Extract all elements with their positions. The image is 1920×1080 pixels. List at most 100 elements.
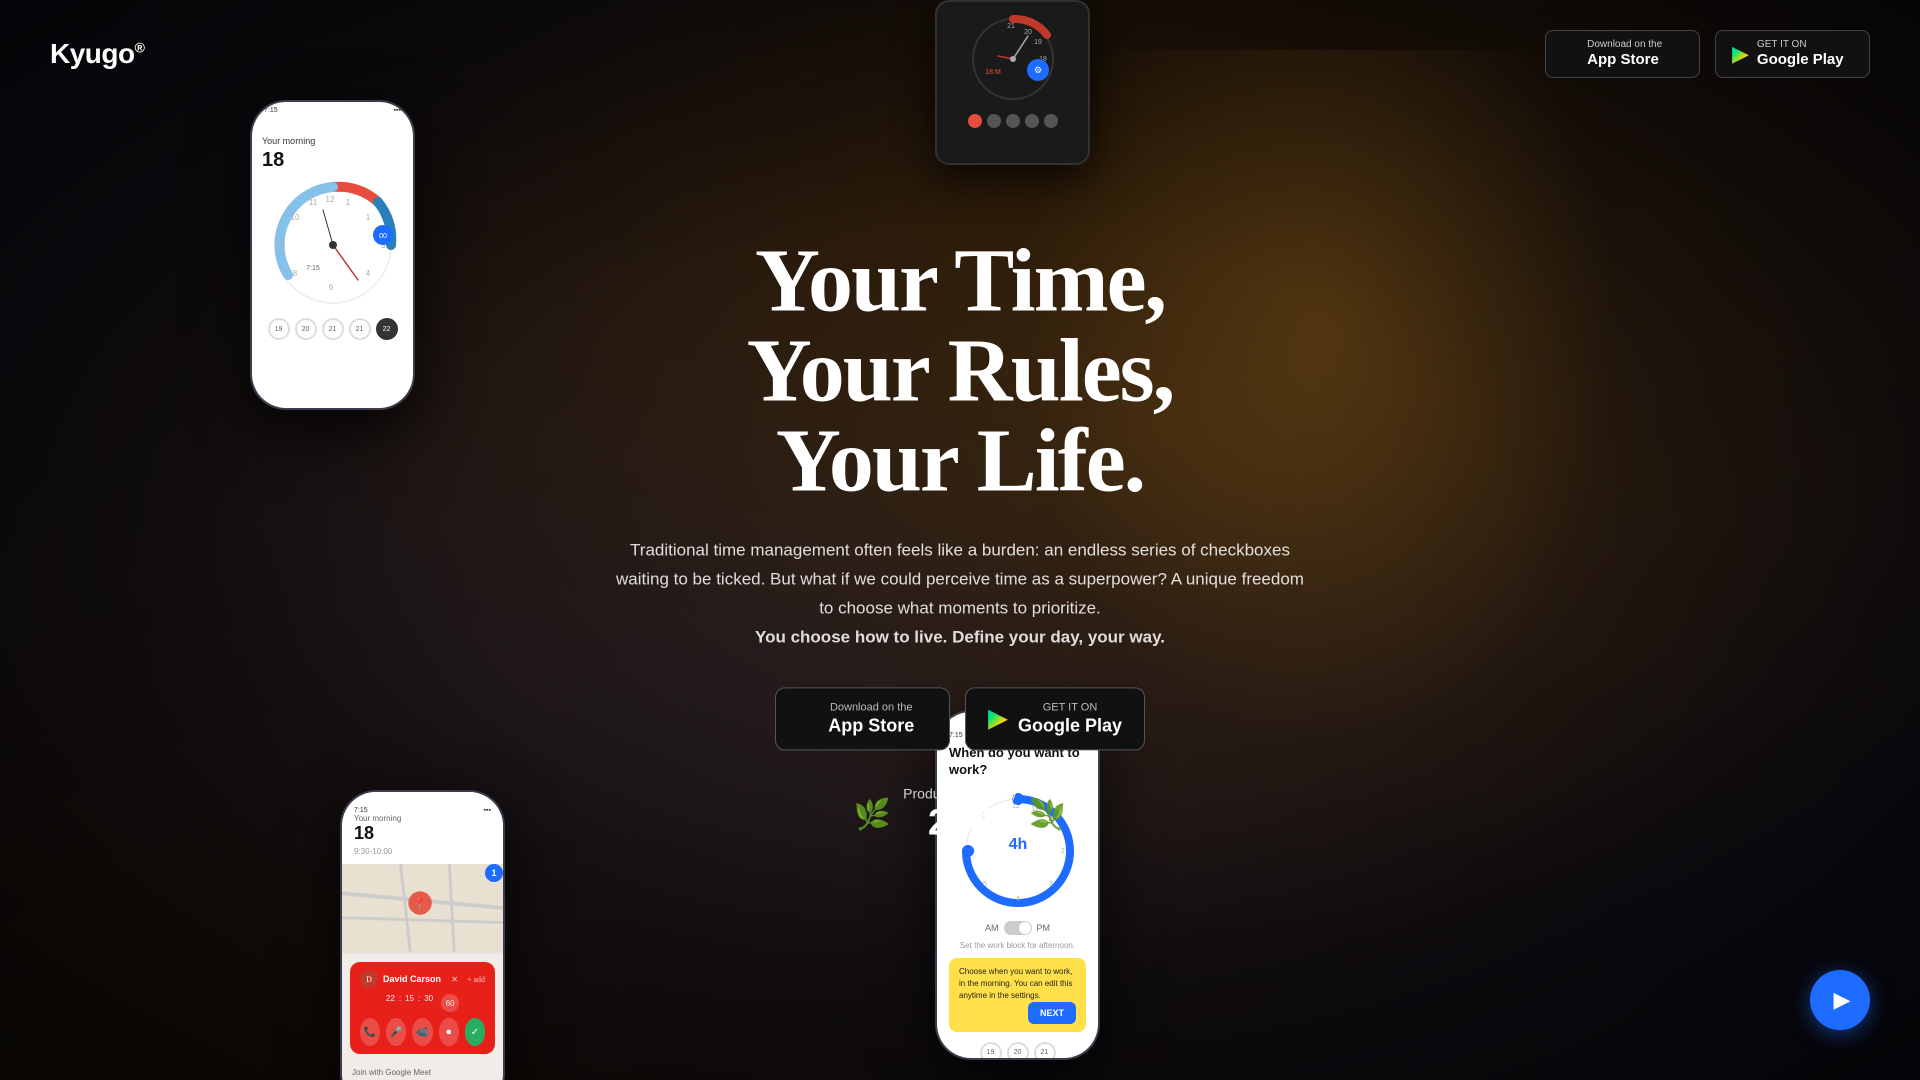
phone1-date: 18 xyxy=(262,149,403,172)
play-button[interactable]: ▶ xyxy=(1810,970,1870,1030)
phone1-dot-5: 22 xyxy=(376,318,398,340)
phone2-screen: 7:15 ▪▪▪ Your morning 18 9:30-10:00 xyxy=(342,792,503,1080)
pm-label: PM xyxy=(1037,923,1051,933)
device3-btn5[interactable] xyxy=(1044,114,1058,128)
device3-btn2[interactable] xyxy=(987,114,1001,128)
phone1-bottom-bar: 19 20 21 21 22 xyxy=(262,318,403,340)
phone4-dot-1: 19 xyxy=(980,1042,1002,1060)
badge-label: Product of the day xyxy=(903,786,1017,802)
googleplay-icon: ▶ xyxy=(1732,41,1749,67)
svg-text:6: 6 xyxy=(328,283,333,292)
hero-content: Your Time, Your Rules, Your Life. Tradit… xyxy=(610,236,1310,843)
phone2-time: 7:15 xyxy=(354,807,368,814)
play-icon: ▶ xyxy=(1834,987,1851,1013)
header: Kyugo®  Download on the App Store ▶ GET… xyxy=(0,0,1920,108)
call-btn-record[interactable]: ⏺ xyxy=(439,1018,459,1046)
cta-google-top: GET IT ON xyxy=(1018,700,1122,714)
cta-googleplay-icon: ▶ xyxy=(988,704,1008,734)
svg-text:3: 3 xyxy=(1049,881,1053,888)
svg-text:1: 1 xyxy=(365,213,370,222)
laurel-left-icon: 🌿 xyxy=(854,797,891,832)
phone2-date: 18 xyxy=(354,823,491,844)
phone2-status-bar: 7:15 ▪▪▪ xyxy=(354,807,491,814)
timer-end: 60 xyxy=(441,994,459,1012)
call-action-buttons: 📞 🎤 📹 ⏺ ✓ xyxy=(360,1018,485,1046)
cta-google-bottom: Google Play xyxy=(1018,714,1122,737)
am-label: AM xyxy=(985,923,999,933)
device3-btn4[interactable] xyxy=(1025,114,1039,128)
svg-text:7:15: 7:15 xyxy=(306,265,320,272)
cta-appstore-bottom: App Store xyxy=(828,714,914,737)
timer-s: 30 xyxy=(424,994,433,1012)
phone-bottom-left: 7:15 ▪▪▪ Your morning 18 9:30-10:00 xyxy=(340,790,505,1080)
hero-title-line3: Your Life. xyxy=(610,416,1310,506)
phone4-cta: Choose when you want to work, in the mor… xyxy=(949,958,1086,1032)
timer-m: 15 xyxy=(405,994,414,1012)
hero-desc-text: Traditional time management often feels … xyxy=(616,540,1304,617)
phone1-dot-3: 21 xyxy=(322,318,344,340)
appstore-label-bottom: App Store xyxy=(1587,51,1662,69)
phone1-frame: 7:15 ▪▪▪ Your morning 18 xyxy=(250,100,415,410)
phone1-dot-2: 20 xyxy=(295,318,317,340)
cta-appstore-top: Download on the xyxy=(828,700,914,714)
header-googleplay-button[interactable]: ▶ GET IT ON Google Play xyxy=(1715,30,1870,78)
call-add-label: + add xyxy=(467,975,485,984)
phone4-cta-text: Choose when you want to work, in the mor… xyxy=(959,967,1072,1000)
svg-text:📍: 📍 xyxy=(413,897,426,910)
am-pm-toggle[interactable]: AM PM xyxy=(949,921,1086,935)
call-btn-phone[interactable]: 📞 xyxy=(360,1018,380,1046)
contact-name: David Carson xyxy=(383,974,441,984)
cta-appstore-button[interactable]:  Download on the App Store xyxy=(775,687,950,751)
phone2-top: 7:15 ▪▪▪ Your morning 18 9:30-10:00 xyxy=(342,792,503,864)
call-btn-end[interactable]: ✓ xyxy=(465,1018,485,1046)
phone1-dot-1: 19 xyxy=(268,318,290,340)
phone1-clock: 12 1 3 4 6 8 9 10 11 1 xyxy=(268,180,398,310)
svg-text:5: 5 xyxy=(983,881,987,888)
device3-btn1[interactable] xyxy=(968,114,982,128)
timer-h: 22 xyxy=(386,994,395,1012)
header-appstore-button[interactable]:  Download on the App Store xyxy=(1545,30,1700,78)
product-badge: 🌿 Product of the day 2nd 🌿 xyxy=(610,786,1310,844)
call-add: ✕ xyxy=(451,975,458,984)
phone4-dot-2: 20 xyxy=(1007,1042,1029,1060)
svg-text:12: 12 xyxy=(325,195,334,204)
cta-buttons:  Download on the App Store ▶ GET IT ON … xyxy=(610,687,1310,751)
logo: Kyugo® xyxy=(50,38,144,70)
phone1-status-bar: 7:15 ▪▪▪ xyxy=(252,107,413,114)
phone4-bottom-bar: 19 20 21 xyxy=(949,1042,1086,1060)
call-btn-mute[interactable]: 🎤 xyxy=(386,1018,406,1046)
phone2-frame: 7:15 ▪▪▪ Your morning 18 9:30-10:00 xyxy=(340,790,505,1080)
svg-text:2: 2 xyxy=(1061,848,1065,855)
svg-text:8: 8 xyxy=(292,269,297,278)
join-google-meet: Join with Google Meet xyxy=(342,1062,503,1080)
phone2-call-card: D David Carson ✕ + add 22 : 15 : 30 60 xyxy=(350,962,495,1054)
googleplay-label-bottom: Google Play xyxy=(1757,51,1844,69)
svg-text:9: 9 xyxy=(280,241,285,250)
svg-text:1: 1 xyxy=(345,198,350,207)
hero-title-line1: Your Time, xyxy=(610,236,1310,326)
cta-googleplay-button[interactable]: ▶ GET IT ON Google Play xyxy=(965,687,1145,751)
cta-apple-icon:  xyxy=(798,704,818,734)
svg-text:10: 10 xyxy=(290,213,299,222)
call-btn-video[interactable]: 📹 xyxy=(412,1018,432,1046)
set-work-desc: Set the work block for afternoon. xyxy=(949,941,1086,950)
device3-btn3[interactable] xyxy=(1006,114,1020,128)
phone1-dot-4: 21 xyxy=(349,318,371,340)
appstore-label-top: Download on the xyxy=(1587,39,1662,51)
toggle-switch[interactable] xyxy=(1004,921,1032,935)
next-button[interactable]: NEXT xyxy=(1028,1002,1076,1024)
svg-text:00: 00 xyxy=(379,233,387,240)
phone1-time: 7:15 xyxy=(264,107,278,114)
phone1-label: Your morning xyxy=(262,136,403,146)
phone4-dot-3: 21 xyxy=(1034,1042,1056,1060)
phone-top-left: 7:15 ▪▪▪ Your morning 18 xyxy=(250,100,415,410)
timer-sep2: : xyxy=(418,994,420,1012)
notif-badge: 1 xyxy=(485,864,503,882)
apple-icon:  xyxy=(1562,41,1579,67)
header-store-buttons:  Download on the App Store ▶ GET IT ON … xyxy=(1545,30,1870,78)
googleplay-label-top: GET IT ON xyxy=(1757,39,1844,51)
hero-description: Traditional time management often feels … xyxy=(610,536,1310,652)
hero-desc-bold: You choose how to live. Define your day,… xyxy=(755,627,1165,646)
device3-buttons xyxy=(968,114,1058,128)
call-timer: 22 : 15 : 30 60 xyxy=(360,994,485,1012)
